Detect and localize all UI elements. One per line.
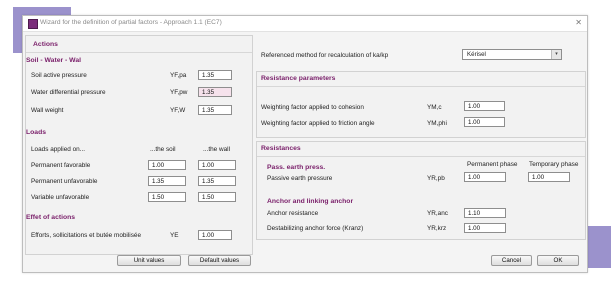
soil-water-wall-title: Soil - Water - Wal	[26, 57, 82, 64]
destabilizing-anchor-input[interactable]: 1.00	[464, 223, 506, 233]
ref-method-select[interactable]: Kérisel ▾	[462, 49, 562, 60]
divider	[257, 156, 585, 157]
water-differential-pressure-label: Water differential pressure	[31, 89, 106, 96]
actions-header: Actions	[33, 41, 58, 48]
permanent-unfavorable-wall-input[interactable]: 1.35	[198, 176, 236, 186]
window-title: Wizard for the definition of partial fac…	[40, 19, 222, 26]
variable-unfavorable-label: Variable unfavorable	[31, 194, 90, 201]
cancel-button[interactable]: Cancel	[491, 255, 532, 266]
permanent-unfavorable-soil-input[interactable]: 1.35	[148, 176, 186, 186]
water-differential-pressure-input[interactable]: 1.35	[198, 87, 232, 97]
resistances-title: Resistances	[261, 145, 301, 152]
app-icon	[28, 19, 38, 29]
permanent-unfavorable-label: Permanent unfavorable	[31, 178, 98, 185]
soil-active-pressure-symbol: YF,pa	[170, 72, 187, 79]
loads-title: Loads	[26, 129, 47, 136]
temporary-phase-header: Temporary phase	[529, 161, 579, 168]
chevron-down-icon[interactable]: ▾	[551, 50, 561, 59]
ref-method-value: Kérisel	[467, 51, 486, 58]
efforts-label: Efforts, sollicitations et butée mobilis…	[31, 232, 141, 239]
permanent-phase-header: Permanent phase	[467, 161, 518, 168]
cohesion-symbol: YM,c	[427, 104, 442, 111]
ref-method-label: Referenced method for recalculation of k…	[261, 52, 389, 59]
divider	[26, 52, 252, 53]
anchor-resistance-label: Anchor resistance	[267, 210, 319, 217]
cohesion-label: Weighting factor applied to cohesion	[261, 104, 364, 111]
friction-angle-input[interactable]: 1.00	[464, 117, 505, 127]
ok-button[interactable]: OK	[537, 255, 579, 266]
unit-values-button[interactable]: Unit values	[117, 255, 181, 266]
wall-weight-symbol: YF,W	[170, 107, 186, 114]
wall-weight-input[interactable]: 1.35	[198, 105, 232, 115]
passive-earth-pressure-symbol: YR,pb	[427, 175, 445, 182]
resistance-parameters-panel: Resistance parameters Weighting factor a…	[256, 71, 586, 138]
effect-of-actions-title: Effet of actions	[26, 214, 76, 221]
anchor-title: Anchor and linking anchor	[267, 198, 354, 205]
col-soil-header: ...the soil	[150, 146, 176, 153]
destabilizing-anchor-label: Destabilizing anchor force (Kranz)	[267, 225, 364, 232]
pass-earth-press-title: Pass. earth press.	[267, 164, 326, 171]
anchor-resistance-input[interactable]: 1.10	[464, 208, 506, 218]
anchor-resistance-symbol: YR,anc	[427, 210, 448, 217]
title-bar: Wizard for the definition of partial fac…	[23, 16, 587, 32]
dialog-window: Wizard for the definition of partial fac…	[22, 15, 588, 273]
passive-earth-pressure-label: Passive earth pressure	[267, 175, 333, 182]
close-icon[interactable]: ✕	[575, 18, 582, 27]
loads-applied-label: Loads applied on...	[31, 146, 86, 153]
col-wall-header: ...the wall	[203, 146, 230, 153]
actions-panel: Actions Soil - Water - Wal Soil active p…	[25, 35, 253, 255]
variable-unfavorable-soil-input[interactable]: 1.50	[148, 192, 186, 202]
divider	[257, 86, 585, 87]
cohesion-input[interactable]: 1.00	[464, 101, 505, 111]
soil-active-pressure-input[interactable]: 1.35	[198, 70, 232, 80]
wall-weight-label: Wall weight	[31, 107, 64, 114]
resistance-parameters-title: Resistance parameters	[261, 75, 336, 82]
passive-permanent-input[interactable]: 1.00	[464, 172, 506, 182]
default-values-button[interactable]: Default values	[188, 255, 251, 266]
efforts-input[interactable]: 1.00	[198, 230, 232, 240]
destabilizing-anchor-symbol: YR,krz	[427, 225, 447, 232]
variable-unfavorable-wall-input[interactable]: 1.50	[198, 192, 236, 202]
resistances-panel: Resistances Pass. earth press. Permanent…	[256, 141, 586, 240]
permanent-favorable-soil-input[interactable]: 1.00	[148, 160, 186, 170]
passive-temporary-input[interactable]: 1.00	[528, 172, 570, 182]
friction-angle-symbol: YM,phi	[427, 120, 447, 127]
permanent-favorable-label: Permanent favorable	[31, 162, 91, 169]
soil-active-pressure-label: Soil active pressure	[31, 72, 87, 79]
friction-angle-label: Weighting factor applied to friction ang…	[261, 120, 375, 127]
permanent-favorable-wall-input[interactable]: 1.00	[198, 160, 236, 170]
water-differential-pressure-symbol: YF,pw	[170, 89, 188, 96]
efforts-symbol: YE	[170, 232, 179, 239]
